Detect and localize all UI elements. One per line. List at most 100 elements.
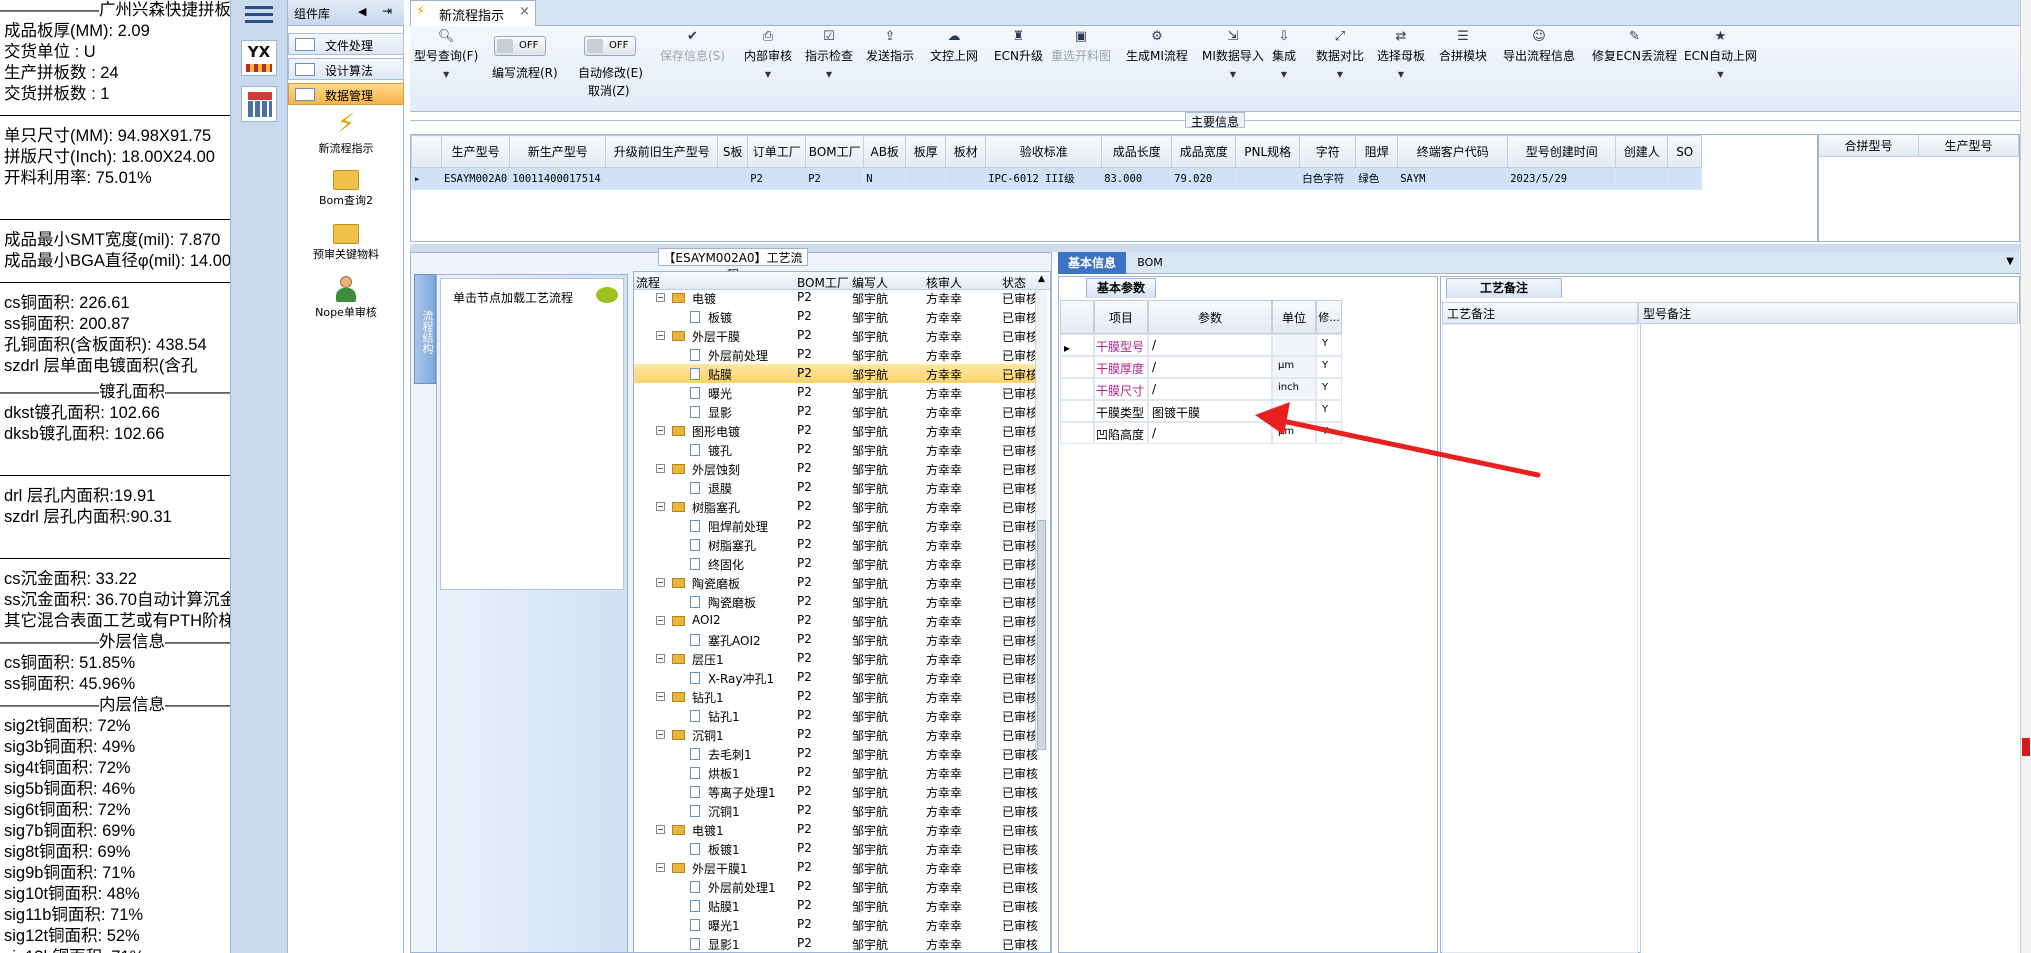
collapse-icon[interactable]: − bbox=[656, 654, 665, 663]
collapse-icon[interactable]: − bbox=[656, 464, 665, 473]
param-row[interactable]: 干膜尺寸 / inch Y bbox=[1060, 378, 1436, 400]
tree-row[interactable]: 塞孔AOI2 P2 邹宇航 方幸幸 已审核 bbox=[634, 630, 1038, 649]
collapse-icon[interactable]: − bbox=[656, 502, 665, 511]
tree-row[interactable]: 板镀 P2 邹宇航 方幸幸 已审核 bbox=[634, 307, 1038, 326]
tab-basic-params[interactable]: 基本参数 bbox=[1086, 278, 1156, 298]
tree-row[interactable]: − AOI2 P2 邹宇航 方幸幸 已审核 bbox=[634, 611, 1038, 630]
tree-row[interactable]: 板镀1 P2 邹宇航 方幸幸 已审核 bbox=[634, 839, 1038, 858]
column-header[interactable]: BOM工厂 bbox=[805, 135, 865, 168]
column-header[interactable]: 创建人 bbox=[1615, 135, 1669, 168]
process-remark-area[interactable] bbox=[1442, 324, 1638, 953]
tree-row[interactable]: 去毛刺1 P2 邹宇航 方幸幸 已审核 bbox=[634, 744, 1038, 763]
pin-icon[interactable]: ⇥ bbox=[382, 4, 392, 18]
chevron-down-icon[interactable]: ▼ bbox=[1377, 70, 1425, 79]
tab-flow-structure[interactable]: 流程结构 bbox=[414, 274, 436, 384]
component-item-data-management[interactable]: 数据管理 bbox=[288, 83, 404, 105]
column-header[interactable]: 验收标准 bbox=[985, 135, 1103, 168]
tree-row[interactable]: X-Ray冲孔1 P2 邹宇航 方幸幸 已审核 bbox=[634, 668, 1038, 687]
tree-row[interactable]: 外层前处理 P2 邹宇航 方幸幸 已审核 bbox=[634, 345, 1038, 364]
table-cell[interactable]: P2 bbox=[747, 167, 807, 190]
calendar-calculator-icon[interactable] bbox=[241, 86, 277, 122]
tree-row[interactable]: 沉铜1 P2 邹宇航 方幸幸 已审核 bbox=[634, 801, 1038, 820]
column-header[interactable]: 生产型号 bbox=[440, 135, 511, 168]
tab-basic-info[interactable]: 基本信息 bbox=[1058, 252, 1126, 274]
param-value[interactable]: / bbox=[1152, 338, 1156, 352]
table-cell[interactable]: 2023/5/29 bbox=[1507, 167, 1617, 190]
toolbar-button[interactable]: ⇪ 发送指示 bbox=[866, 30, 914, 98]
column-header[interactable]: 订单工厂 bbox=[747, 135, 807, 168]
tree-row[interactable]: 退膜 P2 邹宇航 方幸幸 已审核 bbox=[634, 478, 1038, 497]
toolbar-button[interactable]: ▣ 重选开料图 bbox=[1051, 30, 1111, 98]
table-cell[interactable]: ESAYM002A0 bbox=[440, 167, 511, 190]
toolbar-button[interactable]: ★ ECN自动上网 ▼ bbox=[1684, 30, 1757, 98]
column-header[interactable]: 板厚 bbox=[905, 135, 947, 168]
model-remark-area[interactable] bbox=[1640, 324, 2020, 953]
chevron-down-icon[interactable]: ▼ bbox=[805, 70, 853, 79]
tree-row[interactable]: 阻焊前处理 P2 邹宇航 方幸幸 已审核 bbox=[634, 516, 1038, 535]
param-row[interactable]: 干膜类型 图镀干膜 Y bbox=[1060, 400, 1436, 422]
column-header[interactable]: 成品长度 bbox=[1101, 135, 1173, 168]
tree-row[interactable]: 烘板1 P2 邹宇航 方幸幸 已审核 bbox=[634, 763, 1038, 782]
tree-row[interactable]: 外层前处理1 P2 邹宇航 方幸幸 已审核 bbox=[634, 877, 1038, 896]
tree-row[interactable]: 显影 P2 邹宇航 方幸幸 已审核 bbox=[634, 402, 1038, 421]
auto-modify-toggle[interactable]: OFF bbox=[584, 36, 636, 56]
toolbar-button[interactable]: 🔍︎ 型号查询(F) ▼ bbox=[414, 30, 478, 98]
column-header[interactable]: 工艺备注 bbox=[1442, 302, 1638, 324]
table-row[interactable] bbox=[412, 212, 1702, 234]
toolbar-button[interactable]: ⤢ 数据对比 ▼ bbox=[1316, 30, 1364, 98]
collapse-icon[interactable]: − bbox=[656, 578, 665, 587]
table-cell[interactable]: 79.020 bbox=[1171, 167, 1237, 190]
table-cell[interactable] bbox=[945, 167, 987, 190]
table-cell[interactable] bbox=[1615, 167, 1669, 190]
tree-row[interactable]: 树脂塞孔 P2 邹宇航 方幸幸 已审核 bbox=[634, 535, 1038, 554]
table-row[interactable]: ▸ ESAYM002A0 10011400017514 P2 P2 N IPC-6012 I… bbox=[411, 167, 1703, 190]
table-cell[interactable]: 白色字符 bbox=[1299, 167, 1357, 190]
collapse-left-icon[interactable]: ◀ bbox=[358, 5, 366, 18]
column-header[interactable]: 成品宽度 bbox=[1171, 135, 1237, 168]
collapse-icon[interactable]: − bbox=[656, 825, 665, 834]
hamburger-icon[interactable] bbox=[245, 4, 273, 24]
toolbar-button[interactable]: ⚙ 生成MI流程 bbox=[1126, 30, 1188, 98]
column-header[interactable]: 新生产型号 bbox=[509, 135, 607, 168]
param-row[interactable]: 凹陷高度 / μm Y bbox=[1060, 422, 1436, 444]
chevron-down-icon[interactable]: ▼ bbox=[1272, 70, 1296, 79]
toolbar-button[interactable]: ⇄ 选择母板 ▼ bbox=[1377, 30, 1425, 98]
column-header[interactable]: 项目 bbox=[1094, 300, 1148, 334]
tab-new-flow-instruction[interactable]: ⚡ 新流程指示 × bbox=[410, 0, 536, 26]
table-cell[interactable] bbox=[1235, 167, 1301, 190]
column-header[interactable]: AB板 bbox=[863, 135, 907, 168]
toolbar-button[interactable]: ☁ 文控上网 bbox=[930, 30, 978, 98]
column-header[interactable]: 单位 bbox=[1272, 300, 1316, 334]
tree-row[interactable]: − 图形电镀 P2 邹宇航 方幸幸 已审核 bbox=[634, 421, 1038, 440]
chevron-down-icon[interactable]: ▼ bbox=[1684, 70, 1757, 79]
column-header[interactable]: 终端客户代码 bbox=[1397, 135, 1509, 168]
column-header[interactable]: 阻焊 bbox=[1355, 135, 1399, 168]
toolbar-button[interactable]: ✎ 修复ECN丢流程 bbox=[1592, 30, 1677, 98]
tool-bom-query[interactable]: Bom查询2 bbox=[288, 166, 404, 208]
table-cell[interactable]: 绿色 bbox=[1355, 167, 1399, 190]
collapse-icon[interactable]: − bbox=[656, 616, 665, 625]
column-header[interactable]: 参数 bbox=[1148, 300, 1272, 334]
component-item-design-algorithm[interactable]: 设计算法 bbox=[288, 58, 404, 80]
app-icon-yx[interactable]: YX bbox=[241, 40, 277, 76]
tree-row[interactable]: − 钻孔1 P2 邹宇航 方幸幸 已审核 bbox=[634, 687, 1038, 706]
toolbar-button[interactable]: ⇲ MI数据导入 ▼ bbox=[1202, 30, 1264, 98]
param-value[interactable]: / bbox=[1152, 360, 1156, 374]
table-cell[interactable] bbox=[905, 167, 947, 190]
column-header[interactable]: 升级前旧生产型号 bbox=[605, 135, 719, 168]
table-cell[interactable]: 10011400017514 bbox=[509, 167, 607, 190]
table-cell[interactable] bbox=[1667, 167, 1703, 190]
column-header[interactable]: 型号创建时间 bbox=[1507, 135, 1617, 168]
collapse-icon[interactable]: − bbox=[656, 293, 665, 302]
tool-new-flow-instruction[interactable]: ⚡ 新流程指示 bbox=[288, 108, 404, 156]
collapse-icon[interactable]: − bbox=[656, 426, 665, 435]
tool-prereview-key-material[interactable]: 预审关键物料 bbox=[288, 220, 404, 262]
column-header[interactable]: S板 bbox=[717, 135, 749, 168]
column-header[interactable]: 板材 bbox=[945, 135, 987, 168]
toolbar-button[interactable]: ⎙ 内部审核 ▼ bbox=[744, 30, 792, 98]
tree-row[interactable]: 贴膜1 P2 邹宇航 方幸幸 已审核 bbox=[634, 896, 1038, 915]
write-flow-toggle[interactable]: OFF bbox=[494, 36, 546, 56]
table-cell[interactable]: N bbox=[863, 167, 907, 190]
table-cell[interactable] bbox=[717, 167, 749, 190]
tree-row[interactable]: 等离子处理1 P2 邹宇航 方幸幸 已审核 bbox=[634, 782, 1038, 801]
